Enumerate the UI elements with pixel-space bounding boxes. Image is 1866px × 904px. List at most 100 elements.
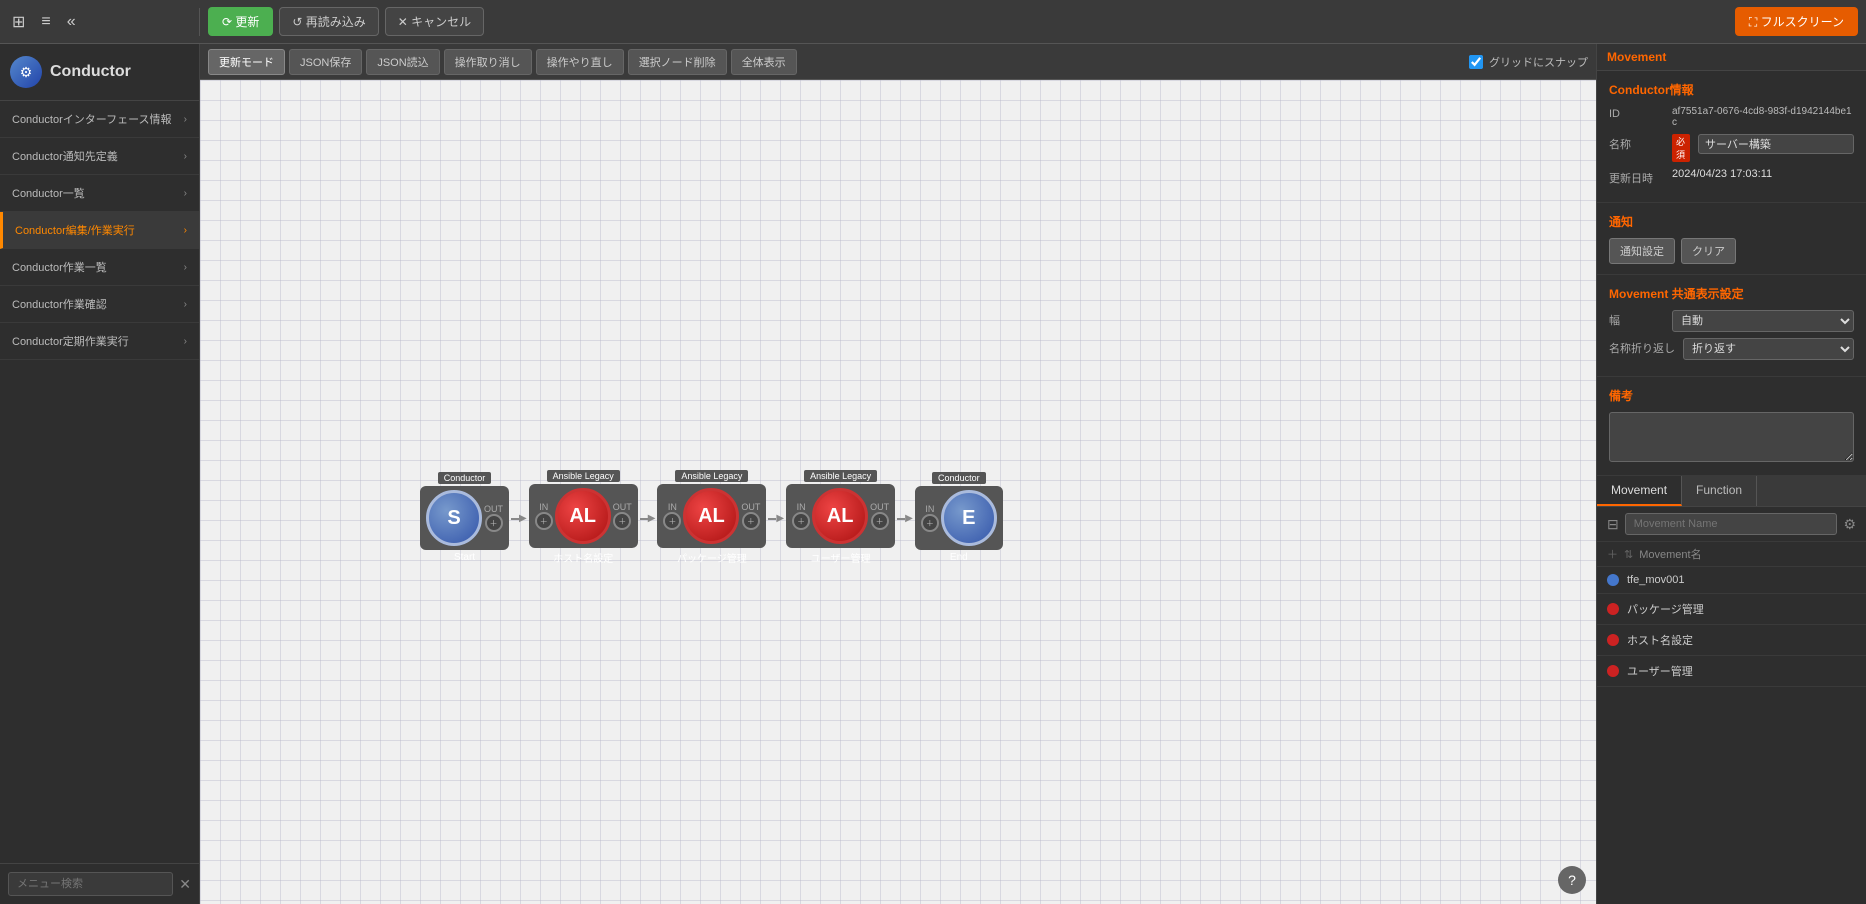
- node-end[interactable]: Conductor IN ＋ E End: [915, 472, 1003, 565]
- package-out-port[interactable]: ＋: [742, 512, 760, 530]
- canvas-area[interactable]: Conductor S OUT ＋ Start ▶: [200, 80, 1596, 904]
- menu-search-input[interactable]: [8, 872, 173, 896]
- end-circle[interactable]: E: [941, 490, 997, 546]
- updated-value: 2024/04/23 17:03:11: [1672, 168, 1854, 180]
- host-circle[interactable]: AL: [555, 488, 611, 544]
- node-package-inner: IN ＋ AL OUT ＋: [657, 484, 766, 548]
- user-circle[interactable]: AL: [812, 488, 868, 544]
- width-label: 幅: [1609, 310, 1664, 328]
- fullscreen-button[interactable]: ⛶ フルスクリーン: [1735, 7, 1858, 36]
- node-start[interactable]: Conductor S OUT ＋ Start: [420, 472, 509, 565]
- grid-snap-checkbox[interactable]: [1469, 55, 1483, 69]
- movement-item-0[interactable]: tfe_mov001: [1597, 567, 1866, 594]
- sidebar-item-list[interactable]: Conductor一覧 ›: [0, 175, 199, 212]
- logo-icon: ⚙: [20, 64, 33, 81]
- collapse-icon-btn[interactable]: «: [63, 9, 80, 35]
- movement-settings-section: Movement 共通表示設定 幅 自動 固定 名称折り返し 折り返す 折り返さ…: [1597, 275, 1866, 377]
- update-button[interactable]: ⟳ 更新: [208, 7, 273, 36]
- sidebar-item-work-confirm[interactable]: Conductor作業確認 ›: [0, 286, 199, 323]
- node-user-inner: IN ＋ AL OUT ＋: [786, 484, 895, 548]
- arrow-icon-5: ›: [184, 299, 187, 310]
- top-bar-left: ⊞ ≡ «: [0, 8, 200, 36]
- node1-wrapper: Ansible Legacy IN ＋ AL OUT ＋: [529, 470, 638, 567]
- host-out-port[interactable]: ＋: [613, 512, 631, 530]
- node-end-wrapper: Conductor IN ＋ E End: [915, 472, 1003, 565]
- connector-3: ▶: [768, 513, 784, 524]
- undo-button[interactable]: 操作取り消し: [444, 49, 532, 75]
- user-out-port[interactable]: ＋: [871, 512, 889, 530]
- sidebar-item-scheduled[interactable]: Conductor定期作業実行 ›: [0, 323, 199, 360]
- movement-dot-1: [1607, 603, 1619, 615]
- arrow-icon-2: ›: [184, 188, 187, 199]
- right-panel: Movement Conductor情報 ID af7551a7-0676-4c…: [1596, 44, 1866, 904]
- connector-1: ▶: [511, 513, 527, 524]
- node-host-type-label: Ansible Legacy: [547, 470, 620, 482]
- conductor-info-title: Conductor情報: [1609, 81, 1854, 98]
- node-start-inner: S OUT ＋: [420, 486, 509, 550]
- node-host[interactable]: Ansible Legacy IN ＋ AL OUT ＋: [529, 470, 638, 567]
- sidebar-nav: Conductorインターフェース情報 › Conductor通知先定義 › C…: [0, 101, 199, 863]
- redo-button[interactable]: 操作やり直し: [536, 49, 624, 75]
- movement-column-label: Movement名: [1639, 546, 1701, 562]
- sidebar-item-interface[interactable]: Conductorインターフェース情報 ›: [0, 101, 199, 138]
- start-circle[interactable]: S: [426, 490, 482, 546]
- host-in-port[interactable]: ＋: [535, 512, 553, 530]
- update-mode-button[interactable]: 更新モード: [208, 49, 285, 75]
- notify-setting-button[interactable]: 通知設定: [1609, 238, 1675, 264]
- width-select[interactable]: 自動 固定: [1672, 310, 1854, 332]
- movement-item-1[interactable]: パッケージ管理: [1597, 594, 1866, 625]
- host-node-name: ホスト名設定: [547, 548, 619, 567]
- arrow-icon-1: ›: [184, 151, 187, 162]
- start-out-port[interactable]: ＋: [485, 514, 503, 532]
- name-input[interactable]: [1698, 134, 1854, 154]
- top-bar-right: ⛶ フルスクリーン: [1727, 7, 1866, 36]
- movement-item-3[interactable]: ユーザー管理: [1597, 656, 1866, 687]
- connector-4: ▶: [897, 513, 913, 524]
- sidebar-item-notification[interactable]: Conductor通知先定義 ›: [0, 138, 199, 175]
- sidebar-item-edit[interactable]: Conductor編集/作業実行 ›: [0, 212, 199, 249]
- name-field-row: 名称 必須: [1609, 134, 1854, 162]
- sidebar-item-scheduled-label: Conductor定期作業実行: [12, 333, 129, 349]
- top-bar: ⊞ ≡ « ⟳ 更新 ↺ 再読み込み ✕ キャンセル ⛶ フルスクリーン: [0, 0, 1866, 44]
- sidebar-item-work-confirm-label: Conductor作業確認: [12, 296, 107, 312]
- sidebar-item-interface-label: Conductorインターフェース情報: [12, 111, 172, 127]
- show-all-button[interactable]: 全体表示: [731, 49, 797, 75]
- delete-node-button[interactable]: 選択ノード削除: [628, 49, 727, 75]
- movement-tab[interactable]: Movement: [1597, 476, 1682, 506]
- search-clear-button[interactable]: ✕: [179, 876, 191, 893]
- node-user[interactable]: Ansible Legacy IN ＋ AL OUT ＋: [786, 470, 895, 567]
- flow-container: Conductor S OUT ＋ Start ▶: [420, 470, 1003, 567]
- name-wrap-select[interactable]: 折り返す 折り返さない: [1683, 338, 1854, 360]
- grid-snap-area: グリッドにスナップ: [1469, 54, 1588, 70]
- arrow-icon-3: ›: [184, 225, 187, 236]
- conductor-tab-label[interactable]: Movement: [1597, 44, 1866, 71]
- package-circle[interactable]: AL: [683, 488, 739, 544]
- user-in-port[interactable]: ＋: [792, 512, 810, 530]
- cancel-button[interactable]: ✕ キャンセル: [385, 7, 484, 36]
- json-save-button[interactable]: JSON保存: [289, 49, 362, 75]
- help-button[interactable]: ?: [1558, 866, 1586, 894]
- user-node-name: ユーザー管理: [805, 548, 877, 567]
- main-layout: ⚙ Conductor Conductorインターフェース情報 › Conduc…: [0, 44, 1866, 904]
- movement-function-tab-bar: Movement Function: [1597, 476, 1866, 507]
- arrow-icon-4: ›: [184, 262, 187, 273]
- movement-search-input[interactable]: [1625, 513, 1838, 535]
- grid-icon-btn[interactable]: ⊞: [8, 8, 29, 36]
- package-in-port[interactable]: ＋: [663, 512, 681, 530]
- movement-gear-button[interactable]: ⚙: [1843, 516, 1856, 533]
- clear-button[interactable]: クリア: [1681, 238, 1736, 264]
- reload-button[interactable]: ↺ 再読み込み: [279, 7, 378, 36]
- note-title: 備考: [1609, 387, 1854, 404]
- note-textarea[interactable]: [1609, 412, 1854, 462]
- sidebar-title: Conductor: [50, 63, 131, 81]
- movement-name-0: tfe_mov001: [1627, 574, 1684, 586]
- json-load-button[interactable]: JSON読込: [366, 49, 439, 75]
- function-tab[interactable]: Function: [1682, 476, 1757, 506]
- sidebar-item-work-list[interactable]: Conductor作業一覧 ›: [0, 249, 199, 286]
- name-label: 名称: [1609, 134, 1664, 152]
- end-in-port[interactable]: ＋: [921, 514, 939, 532]
- movement-item-2[interactable]: ホスト名設定: [1597, 625, 1866, 656]
- notification-btn-row: 通知設定 クリア: [1609, 238, 1854, 264]
- list-icon-btn[interactable]: ≡: [37, 9, 54, 35]
- node-package[interactable]: Ansible Legacy IN ＋ AL OUT ＋: [657, 470, 766, 567]
